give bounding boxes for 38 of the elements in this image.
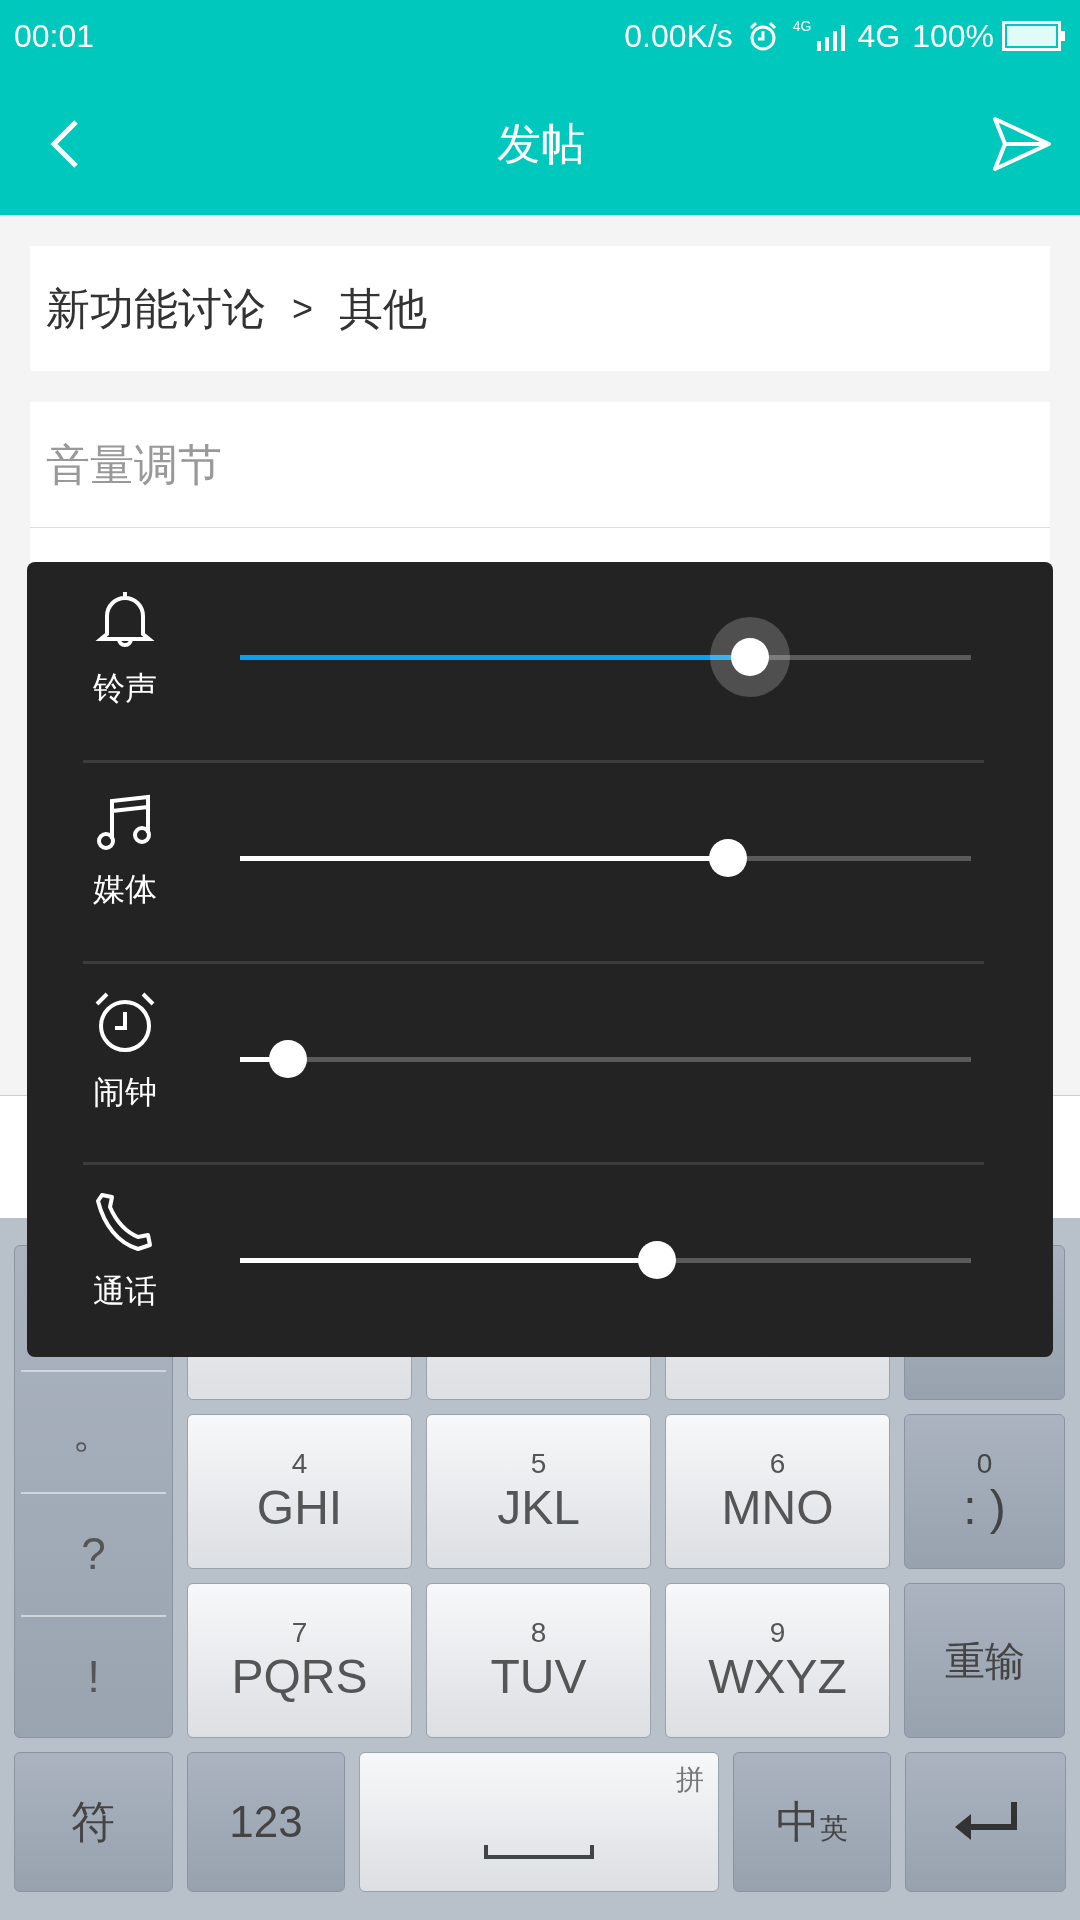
network-type-small: 4G: [792, 17, 812, 36]
clear-key[interactable]: 重输: [904, 1583, 1065, 1738]
volume-label: 铃声: [93, 669, 157, 708]
battery-icon: [1002, 21, 1066, 51]
keypad-key[interactable]: 7 PQRS: [187, 1583, 412, 1738]
network-type: 4G: [857, 17, 901, 56]
page-title: 发帖: [497, 117, 585, 170]
alarm-clock-icon: [93, 990, 157, 1054]
keypad-key[interactable]: 4 GHI: [187, 1414, 412, 1569]
category-name: 新功能讨论: [46, 282, 266, 335]
keypad-key[interactable]: 8 TUV: [426, 1583, 651, 1738]
battery-percent: 100%: [912, 17, 994, 56]
slider-thumb[interactable]: [708, 839, 747, 877]
keypad-key[interactable]: 6 MNO: [665, 1414, 890, 1569]
breadcrumb-separator: >: [292, 286, 314, 331]
symbol-key[interactable]: ?: [21, 1492, 166, 1615]
keypad-key[interactable]: 5 JKL: [426, 1414, 651, 1569]
slider-thumb[interactable]: [638, 1241, 677, 1279]
keypad-key[interactable]: 9 WXYZ: [665, 1583, 890, 1738]
volume-label: 闹钟: [93, 1073, 157, 1112]
category-selector[interactable]: 新功能讨论 > 其他: [30, 246, 1050, 371]
space-key[interactable]: 拼: [359, 1752, 719, 1892]
enter-key[interactable]: [905, 1752, 1066, 1892]
network-speed: 0.00K/s: [624, 17, 733, 56]
slider-thumb[interactable]: [730, 638, 769, 676]
language-key[interactable]: 中 英: [732, 1752, 892, 1892]
space-bar-icon: [484, 1845, 594, 1861]
slider-thumb[interactable]: [269, 1040, 308, 1078]
volume-label: 媒体: [93, 870, 157, 909]
function-key[interactable]: 符: [14, 1752, 173, 1892]
symbol-key[interactable]: 。: [21, 1370, 166, 1493]
volume-slider[interactable]: [240, 617, 971, 698]
volume-label: 通话: [93, 1272, 157, 1311]
symbol-key[interactable]: !: [21, 1614, 166, 1737]
status-time: 00:01: [14, 17, 95, 56]
subcategory-name: 其他: [339, 282, 428, 335]
keypad-key[interactable]: 0 : ): [904, 1414, 1065, 1569]
function-key[interactable]: 123: [186, 1752, 346, 1892]
